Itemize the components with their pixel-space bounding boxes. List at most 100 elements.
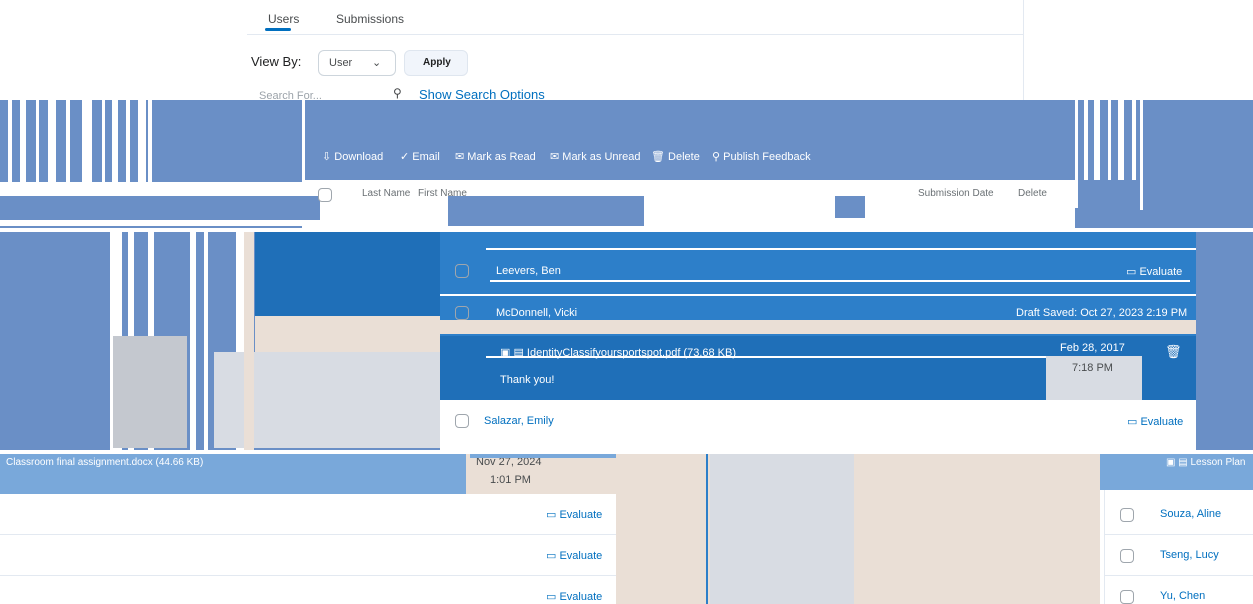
evaluate-label: Evaluate [559, 509, 603, 521]
evaluate-link[interactable]: ▭ Evaluate [546, 508, 602, 521]
glitch-stripe [8, 100, 12, 182]
row-checkbox[interactable] [455, 306, 469, 320]
email-button[interactable]: ✓ Email [400, 150, 440, 163]
second-submission-time: 1:01 PM [490, 474, 531, 486]
select-all-checkbox[interactable] [318, 188, 332, 202]
publish-feedback-button[interactable]: ⚲ Publish Feedback [712, 150, 811, 163]
column-last-name[interactable]: Last Name [362, 188, 410, 199]
glitch-block [113, 336, 187, 448]
glitch-stripe [1132, 100, 1136, 180]
tab-users-indicator [265, 28, 291, 31]
submission-comment: Thank you! [500, 374, 555, 386]
glitch-stripe [20, 100, 26, 182]
row-divider [486, 248, 1196, 250]
evaluate-link[interactable]: ▭ Evaluate [546, 549, 602, 562]
glitch-stripe [1108, 100, 1111, 180]
glitch-stripe [1140, 100, 1143, 210]
delete-label: Delete [668, 151, 700, 163]
glitch-stripe [82, 100, 92, 182]
mark-unread-button[interactable]: ✉ Mark as Unread [550, 150, 641, 163]
evaluate-link[interactable]: ▭ Evaluate [1126, 265, 1182, 278]
glitch-block [710, 454, 854, 604]
tab-submissions[interactable]: Submissions [336, 12, 404, 26]
student-name-link[interactable]: Souza, Aline [1160, 508, 1221, 520]
student-name-link[interactable]: McDonnell, Vicki [496, 307, 577, 319]
second-submission-file[interactable]: Classroom final assignment.docx (44.66 K… [6, 457, 203, 468]
glitch-stripe [190, 232, 196, 450]
right-label-text: Lesson Plan [1190, 457, 1246, 468]
submission-file-link[interactable]: ▣ ▤ IdentityClassifyoursportspot.pdf (73… [500, 346, 736, 359]
glitch-stripe [48, 100, 56, 182]
glitch-line [706, 454, 708, 604]
bottom-left-table [0, 494, 616, 604]
row-checkbox[interactable] [1120, 590, 1134, 604]
glitch-block [835, 196, 865, 218]
student-name-link[interactable]: Salazar, Emily [484, 415, 554, 427]
glitch-stripe [1094, 100, 1100, 180]
mark-unread-label: Mark as Unread [562, 151, 641, 163]
student-name-link[interactable]: Tseng, Lucy [1160, 549, 1219, 561]
evaluate-label: Evaluate [1139, 266, 1183, 278]
glitch-block [0, 196, 320, 220]
submission-time: 7:18 PM [1072, 362, 1113, 374]
apply-button-label: Apply [423, 57, 451, 68]
evaluate-link[interactable]: ▭ Evaluate [1127, 415, 1183, 428]
glitch-block [440, 320, 1196, 334]
glitch-stripe [102, 100, 105, 182]
tab-users[interactable]: Users [268, 12, 299, 26]
download-label: Download [334, 151, 384, 163]
row-checkbox[interactable] [1120, 549, 1134, 563]
glitch-block [854, 454, 1100, 604]
glitch-block [255, 232, 440, 316]
view-by-selected-value: User [329, 57, 353, 69]
search-icon[interactable]: ⚲ [393, 86, 402, 100]
download-button[interactable]: ⇩ Download [322, 150, 383, 163]
glitch-block [244, 232, 254, 450]
draft-status: Draft Saved: Oct 27, 2023 2:19 PM [1016, 307, 1188, 319]
glitch-block [448, 196, 644, 226]
tab-divider [247, 34, 1023, 35]
glitch-stripe [138, 100, 146, 182]
view-by-label: View By: [251, 54, 302, 69]
glitch-stripe [1118, 100, 1124, 180]
row-divider [1104, 575, 1253, 576]
student-name-link[interactable]: Yu, Chen [1160, 590, 1205, 602]
trash-icon[interactable]: 🗑 [1165, 344, 1182, 360]
delete-button[interactable]: 🗑 Delete [651, 150, 700, 163]
glitch-block [470, 454, 620, 458]
column-submission-date[interactable]: Submission Date [918, 188, 994, 199]
mark-read-label: Mark as Read [467, 151, 536, 163]
second-submission-right-label: ▣ ▤ Lesson Plan [1166, 457, 1246, 468]
row-divider [490, 280, 1190, 282]
submission-file-label: IdentityClassifyoursportspot.pdf (73.68 … [526, 347, 737, 359]
glitch-line [440, 442, 1196, 450]
column-divider [1104, 490, 1105, 604]
row-divider [1104, 534, 1253, 535]
glitch-stripe [112, 100, 118, 182]
glitch-stripe [1075, 100, 1078, 208]
glitch-stripe [36, 100, 39, 182]
evaluate-label: Evaluate [559, 550, 603, 562]
row-divider [0, 575, 616, 576]
glitch-stripe [66, 100, 70, 182]
evaluate-label: Evaluate [1140, 416, 1184, 428]
glitch-block [152, 100, 300, 182]
row-checkbox[interactable] [455, 414, 469, 428]
glitch-stripe [1084, 100, 1088, 180]
email-label: Email [412, 151, 440, 163]
submission-date: Feb 28, 2017 [1060, 342, 1125, 354]
glitch-stripe [204, 232, 208, 450]
glitch-block [1196, 232, 1253, 450]
row-checkbox[interactable] [1120, 508, 1134, 522]
mark-read-button[interactable]: ✉ Mark as Read [455, 150, 536, 163]
chevron-down-icon: ⌄ [372, 57, 382, 69]
page: Users Submissions View By: User ⌄ Apply … [0, 0, 1253, 604]
evaluate-link[interactable]: ▭ Evaluate [546, 590, 602, 603]
row-checkbox[interactable] [455, 264, 469, 278]
column-delete: Delete [1018, 188, 1047, 199]
glitch-block [255, 316, 440, 352]
table-row[interactable] [440, 232, 1196, 294]
evaluate-label: Evaluate [559, 591, 603, 603]
student-name-link[interactable]: Leevers, Ben [496, 265, 561, 277]
glitch-stripe [126, 100, 130, 182]
